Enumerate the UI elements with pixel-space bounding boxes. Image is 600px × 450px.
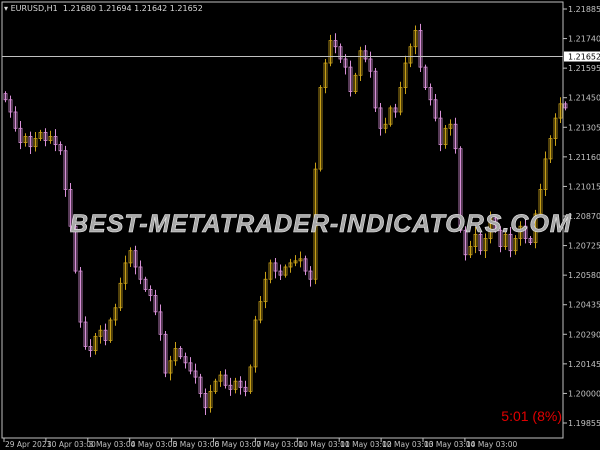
y-tick-label: 1.20725 [568, 242, 600, 251]
y-tick-label: 1.21160 [568, 153, 600, 162]
y-tick-label: 1.20145 [568, 360, 600, 369]
y-tick-label: 1.20000 [568, 389, 600, 398]
x-tick-label: 3 May 03:00 [89, 440, 136, 449]
x-tick-label: 14 May 03:00 [466, 440, 518, 449]
x-tick-label: 4 May 03:00 [131, 440, 178, 449]
y-tick-label: 1.20580 [568, 271, 600, 280]
y-tick-label: 1.20870 [568, 212, 600, 221]
y-tick-label: 1.21740 [568, 35, 600, 44]
x-tick-label: 6 May 03:00 [215, 440, 262, 449]
watermark: BEST-METATRADER-INDICATORS.COM [70, 210, 572, 239]
current-price-label: 1.21652 [568, 53, 600, 62]
y-tick-label: 1.21885 [568, 5, 600, 14]
y-tick-label: 1.21595 [568, 64, 600, 73]
y-tick-label: 1.21015 [568, 182, 600, 191]
y-tick-label: 1.20290 [568, 330, 600, 339]
y-tick-label: 1.21305 [568, 123, 600, 132]
y-tick-label: 1.20435 [568, 301, 600, 310]
candle-timer: 5:01 (8%) [501, 408, 562, 424]
chart-title: ▾ EURUSD,H1 1.21680 1.21694 1.21642 1.21… [4, 4, 203, 13]
x-tick-label: 7 May 03:00 [256, 440, 303, 449]
symbol-label: EURUSD,H1 [10, 4, 58, 13]
x-tick-label: 29 Apr 2021 [5, 440, 52, 449]
y-tick-label: 1.19855 [568, 419, 600, 428]
ohlc-values: 1.21680 1.21694 1.21642 1.21652 [62, 4, 203, 13]
x-tick-label: 5 May 03:00 [173, 440, 220, 449]
y-tick-label: 1.21450 [568, 94, 600, 103]
